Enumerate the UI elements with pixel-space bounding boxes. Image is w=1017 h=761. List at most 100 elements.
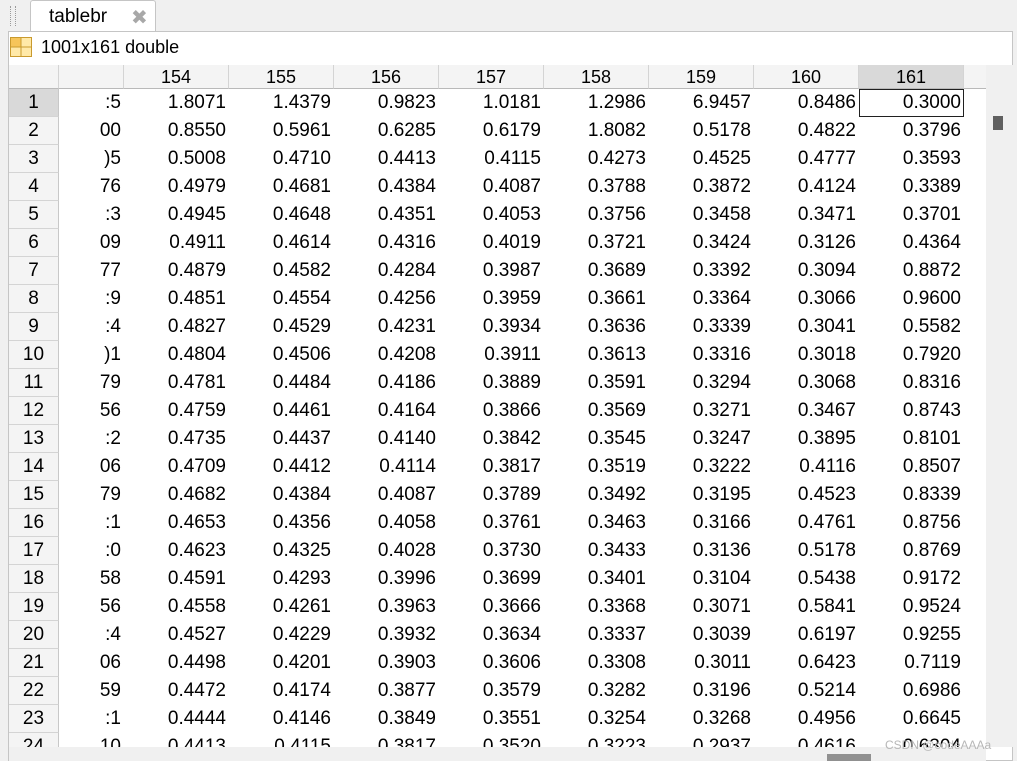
table-cell[interactable] (964, 285, 986, 313)
table-cell[interactable]: 0.4879 (124, 257, 229, 285)
table-cell[interactable]: 0.3196 (649, 677, 754, 705)
table-cell[interactable]: 0.3041 (754, 313, 859, 341)
table-cell[interactable]: 1.0181 (439, 89, 544, 117)
table-cell[interactable]: 0.4186 (334, 369, 439, 397)
table-cell[interactable]: 1.2986 (544, 89, 649, 117)
table-cell[interactable]: 00 (59, 117, 124, 145)
table-cell[interactable]: 0.4682 (124, 481, 229, 509)
table-cell[interactable]: 0.3579 (439, 677, 544, 705)
table-cell[interactable]: 0.3730 (439, 537, 544, 565)
table-cell[interactable] (964, 145, 986, 173)
table-cell[interactable]: 0.3866 (439, 397, 544, 425)
table-cell[interactable]: 0.3492 (544, 481, 649, 509)
table-cell[interactable] (964, 453, 986, 481)
table-cell[interactable]: 0.3308 (544, 649, 649, 677)
table-cell[interactable]: 0.3294 (649, 369, 754, 397)
table-cell[interactable]: 0.3071 (649, 593, 754, 621)
table-cell[interactable]: 0.4582 (229, 257, 334, 285)
table-cell[interactable]: 0.4648 (229, 201, 334, 229)
table-cell[interactable]: 0.4558 (124, 593, 229, 621)
table-cell[interactable]: 0.3591 (544, 369, 649, 397)
table-cell[interactable]: 0.4444 (124, 705, 229, 733)
table-cell[interactable] (964, 565, 986, 593)
table-cell[interactable]: 0.4591 (124, 565, 229, 593)
table-cell[interactable]: 0.3247 (649, 425, 754, 453)
table-cell[interactable] (964, 649, 986, 677)
table-cell[interactable]: 0.3271 (649, 397, 754, 425)
table-cell[interactable]: 0.4710 (229, 145, 334, 173)
table-cell[interactable]: 0.8756 (859, 509, 964, 537)
table-cell[interactable]: 0.3222 (649, 453, 754, 481)
table-cell[interactable]: 0.4114 (334, 453, 439, 481)
row-header[interactable]: 19 (9, 593, 59, 621)
table-cell[interactable]: 09 (59, 229, 124, 257)
table-cell[interactable]: :0 (59, 537, 124, 565)
table-cell[interactable] (964, 677, 986, 705)
table-cell[interactable]: 0.4945 (124, 201, 229, 229)
table-cell[interactable]: 0.3996 (334, 565, 439, 593)
table-cell[interactable]: 0.4364 (859, 229, 964, 257)
row-header[interactable]: 1 (9, 89, 59, 117)
vertical-scrollbar[interactable] (986, 65, 1013, 747)
table-cell[interactable]: 0.3392 (649, 257, 754, 285)
table-cell[interactable]: 0.3569 (544, 397, 649, 425)
table-cell[interactable]: 0.3701 (859, 201, 964, 229)
close-icon[interactable]: ✖ (131, 5, 148, 30)
column-header[interactable]: 156 (334, 65, 439, 89)
table-cell[interactable]: 0.4019 (439, 229, 544, 257)
table-cell[interactable]: 0.3166 (649, 509, 754, 537)
table-cell[interactable]: 0.3721 (544, 229, 649, 257)
table-cell[interactable] (964, 313, 986, 341)
table-cell[interactable]: 0.2937 (649, 733, 754, 747)
table-cell[interactable]: 0.3223 (544, 733, 649, 747)
table-cell[interactable]: 0.3932 (334, 621, 439, 649)
table-cell[interactable]: 1.4379 (229, 89, 334, 117)
table-cell[interactable]: 0.3796 (859, 117, 964, 145)
table-cell[interactable]: 0.4614 (229, 229, 334, 257)
table-cell[interactable]: 0.3593 (859, 145, 964, 173)
table-cell[interactable]: 0.4413 (124, 733, 229, 747)
table-cell[interactable]: 0.4115 (229, 733, 334, 747)
row-header[interactable]: 18 (9, 565, 59, 593)
table-cell[interactable]: 0.4140 (334, 425, 439, 453)
table-cell[interactable]: 0.4523 (754, 481, 859, 509)
table-cell[interactable]: 0.6197 (754, 621, 859, 649)
table-cell[interactable]: 79 (59, 369, 124, 397)
table-cell[interactable]: 0.5841 (754, 593, 859, 621)
row-header[interactable]: 10 (9, 341, 59, 369)
table-cell[interactable]: :4 (59, 313, 124, 341)
table-cell[interactable]: 0.5214 (754, 677, 859, 705)
table-cell[interactable]: 0.3895 (754, 425, 859, 453)
column-header[interactable]: 154 (124, 65, 229, 89)
table-cell[interactable] (964, 341, 986, 369)
table-cell[interactable]: 79 (59, 481, 124, 509)
table-cell[interactable]: 56 (59, 397, 124, 425)
table-cell[interactable]: 0.9255 (859, 621, 964, 649)
table-cell[interactable]: 0.4827 (124, 313, 229, 341)
table-cell[interactable]: )1 (59, 341, 124, 369)
table-cell[interactable]: 0.8550 (124, 117, 229, 145)
row-header[interactable]: 17 (9, 537, 59, 565)
table-cell[interactable] (964, 89, 986, 117)
table-cell[interactable]: 0.4384 (334, 173, 439, 201)
table-cell[interactable]: 0.4781 (124, 369, 229, 397)
table-cell[interactable]: 0.4231 (334, 313, 439, 341)
table-cell[interactable]: 06 (59, 453, 124, 481)
table-cell[interactable] (964, 425, 986, 453)
table-cell[interactable]: 0.4351 (334, 201, 439, 229)
table-cell[interactable]: 0.4527 (124, 621, 229, 649)
table-cell[interactable]: 0.4956 (754, 705, 859, 733)
table-cell[interactable]: 0.4851 (124, 285, 229, 313)
table-cell[interactable]: )5 (59, 145, 124, 173)
table-cell[interactable]: 0.4053 (439, 201, 544, 229)
table-cell[interactable]: 0.4437 (229, 425, 334, 453)
table-cell[interactable]: 0.6423 (754, 649, 859, 677)
column-header[interactable] (59, 65, 124, 89)
table-cell[interactable]: 0.4412 (229, 453, 334, 481)
table-cell[interactable]: 77 (59, 257, 124, 285)
table-cell[interactable]: 0.9823 (334, 89, 439, 117)
table-cell[interactable]: 0.3282 (544, 677, 649, 705)
table-cell[interactable]: 0.4759 (124, 397, 229, 425)
table-cell[interactable]: 0.8769 (859, 537, 964, 565)
table-cell[interactable]: 0.4484 (229, 369, 334, 397)
